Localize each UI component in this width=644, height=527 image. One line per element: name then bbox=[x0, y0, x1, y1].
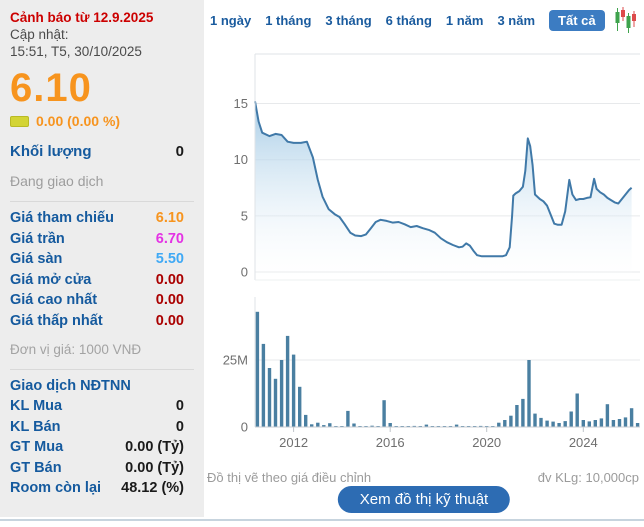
range-tab-active[interactable]: Tất cả bbox=[549, 10, 605, 31]
price-flat-icon bbox=[10, 116, 29, 127]
stock-widget: Cảnh báo từ 12.9.2025 Cập nhật: 15:51, T… bbox=[0, 0, 644, 527]
volume-unit-note: đv KLg: 10,000cp bbox=[538, 470, 639, 485]
foreign-row-sell-val: GT Bán 0.00 (Tỷ) bbox=[10, 460, 184, 481]
svg-text:25M: 25M bbox=[223, 353, 248, 368]
svg-text:15: 15 bbox=[234, 96, 248, 111]
divider bbox=[10, 369, 194, 370]
price-row-ceiling: Giá trần 6.70 bbox=[10, 231, 184, 252]
volume-label: Khối lượng bbox=[10, 143, 92, 160]
svg-text:10: 10 bbox=[234, 152, 248, 167]
range-tab[interactable]: 3 năm bbox=[497, 13, 535, 28]
price-row-reference: Giá tham chiếu 6.10 bbox=[10, 210, 184, 231]
technical-chart-button[interactable]: Xem đồ thị kỹ thuật bbox=[338, 486, 510, 513]
price-unit-note: Đơn vị giá: 1000 VNĐ bbox=[10, 342, 184, 357]
svg-text:5: 5 bbox=[241, 208, 248, 223]
svg-text:2012: 2012 bbox=[279, 435, 308, 450]
svg-text:2016: 2016 bbox=[376, 435, 405, 450]
svg-text:0: 0 bbox=[241, 265, 248, 280]
range-tabs: 1 ngày 1 tháng 3 tháng 6 tháng 1 năm 3 năm Tất… bbox=[210, 7, 639, 33]
svg-text:2020: 2020 bbox=[472, 435, 501, 450]
market-status: Đang giao dịch bbox=[10, 173, 184, 189]
divider bbox=[10, 201, 194, 202]
price-row-floor: Giá sàn 5.50 bbox=[10, 251, 184, 272]
foreign-row-room-left: Room còn lại 48.12 (%) bbox=[10, 480, 184, 501]
range-tab[interactable]: 6 tháng bbox=[386, 13, 432, 28]
foreign-row-sell-vol: KL Bán 0 bbox=[10, 419, 184, 440]
price-change-row: 0.00 (0.00 %) bbox=[10, 113, 184, 129]
foreign-section-title: Giao dịch NĐTNN bbox=[10, 378, 184, 394]
adjusted-price-note: Đồ thị vẽ theo giá điều chỉnh bbox=[207, 470, 371, 485]
foreign-row-buy-val: GT Mua 0.00 (Tỷ) bbox=[10, 439, 184, 460]
range-tab[interactable]: 3 tháng bbox=[325, 13, 371, 28]
bottom-divider bbox=[0, 519, 644, 521]
range-tab[interactable]: 1 ngày bbox=[210, 13, 251, 28]
price-row-open: Giá mở cửa 0.00 bbox=[10, 272, 184, 293]
price-row-low: Giá thấp nhất 0.00 bbox=[10, 313, 184, 334]
updated-time: 15:51, T5, 30/10/2025 bbox=[10, 44, 184, 59]
stock-info-sidebar: Cảnh báo từ 12.9.2025 Cập nhật: 15:51, T… bbox=[0, 0, 204, 517]
range-tab[interactable]: 1 tháng bbox=[265, 13, 311, 28]
foreign-row-buy-vol: KL Mua 0 bbox=[10, 398, 184, 419]
candlestick-chart-icon[interactable] bbox=[615, 7, 639, 33]
price-volume-chart[interactable]: 0 5 10 15 0 25M 2012 2016 2020 2024 bbox=[204, 44, 644, 460]
price-change: 0.00 (0.00 %) bbox=[36, 113, 120, 129]
volume-value: 0 bbox=[176, 143, 184, 160]
svg-text:2024: 2024 bbox=[569, 435, 598, 450]
svg-text:0: 0 bbox=[241, 420, 248, 435]
volume-row: Khối lượng 0 bbox=[10, 143, 184, 165]
price-row-high: Giá cao nhất 0.00 bbox=[10, 292, 184, 313]
range-tab[interactable]: 1 năm bbox=[446, 13, 484, 28]
updated-label: Cập nhật: bbox=[10, 27, 184, 42]
last-price: 6.10 bbox=[10, 67, 184, 109]
chart-panel: 1 ngày 1 tháng 3 tháng 6 tháng 1 năm 3 năm Tất… bbox=[204, 0, 644, 527]
warning-text: Cảnh báo từ 12.9.2025 bbox=[10, 10, 184, 25]
